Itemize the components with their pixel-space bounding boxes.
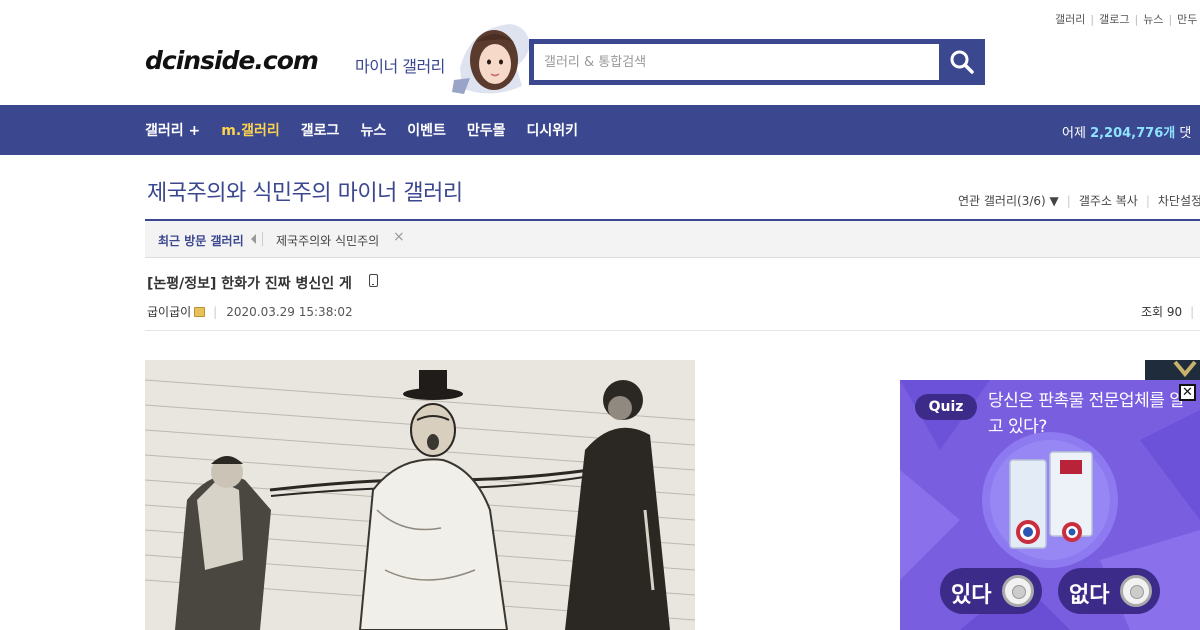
site-logo[interactable]: dcinside.com: [145, 46, 319, 75]
quiz-ad[interactable]: Quiz 당신은 판촉물 전문업체를 알고 있다? ✕ 있다 없다: [900, 380, 1200, 630]
main-nav: 갤러리 + m.갤러리 갤로그 뉴스 이벤트 만두몰 디시위키 어제 2,204…: [0, 105, 1200, 155]
close-icon[interactable]: ×: [393, 229, 405, 245]
gallery-tools: 연관 갤러리(3/6) ▼ | 갤주소 복사 | 차단설정: [958, 192, 1200, 209]
meta-divider: [145, 330, 1200, 331]
search-button[interactable]: [939, 39, 985, 85]
post-date: 2020.03.29 15:38:02: [226, 304, 353, 319]
quiz-answer-yes[interactable]: 있다: [940, 568, 1042, 614]
post-image: [145, 360, 695, 630]
nav-item-gallog[interactable]: 갤로그: [301, 120, 340, 140]
search-input[interactable]: [534, 44, 939, 80]
recent-visits-label: 최근 방문 갤러리: [158, 234, 244, 248]
post-views: 조회 90 |: [1141, 305, 1195, 319]
util-link-gallog[interactable]: 갤로그: [1099, 13, 1129, 26]
util-link-mandu[interactable]: 만두: [1177, 13, 1197, 26]
sidebar-thumbnail[interactable]: [1145, 360, 1200, 382]
quiz-answer-no[interactable]: 없다: [1058, 568, 1160, 614]
nav-item-m-gallery[interactable]: m.갤러리: [221, 120, 280, 140]
post-meta: 굽이굽이 | 2020.03.29 15:38:02: [147, 303, 353, 320]
util-link-news[interactable]: 뉴스: [1143, 13, 1163, 26]
triangle-left-icon[interactable]: [251, 234, 256, 244]
caret-down-icon: ▼: [1049, 194, 1059, 208]
visit-counter: 어제 2,204,776개 댓: [1062, 126, 1192, 141]
minor-gallery-label[interactable]: 마이너 갤러리: [355, 53, 445, 77]
search-icon: [950, 50, 974, 74]
recent-item[interactable]: 제국주의와 식민주의: [276, 232, 379, 249]
post-title: [논평/정보] 한화가 진짜 병신인 게: [147, 276, 352, 292]
gallery-title[interactable]: 제국주의와 식민주의 마이너 갤러리: [147, 175, 463, 207]
close-icon[interactable]: ✕: [1179, 384, 1196, 401]
nav-item-mandumall[interactable]: 만두몰: [467, 120, 506, 140]
nav-item-gallery[interactable]: 갤러리 +: [145, 120, 200, 140]
quiz-badge: Quiz: [915, 394, 977, 420]
recent-visits-bar: 최근 방문 갤러리 제국주의와 식민주의 ×: [145, 221, 1200, 258]
nav-item-event[interactable]: 이벤트: [407, 120, 446, 140]
search-box: [529, 39, 985, 85]
utility-links: 갤러리 | 갤로그 | 뉴스 | 만두: [1055, 13, 1198, 26]
radio-knob-icon: [1002, 575, 1034, 607]
nav-item-news[interactable]: 뉴스: [360, 120, 386, 140]
quiz-question: 당신은 판촉물 전문업체를 알고 있다?: [988, 391, 1185, 437]
mobile-icon: [369, 274, 378, 287]
post-author[interactable]: 굽이굽이: [147, 303, 191, 320]
block-settings-button[interactable]: 차단설정: [1158, 194, 1200, 208]
related-gallery-dropdown[interactable]: 연관 갤러리(3/6) ▼: [958, 194, 1059, 208]
gallog-lock-icon: [194, 306, 206, 317]
radio-knob-icon: [1120, 575, 1152, 607]
util-link-gallery[interactable]: 갤러리: [1055, 13, 1085, 26]
copy-address-button[interactable]: 갤주소 복사: [1079, 194, 1138, 208]
nav-item-dcwiki[interactable]: 디시위키: [526, 120, 578, 140]
mascot-avatar: [450, 20, 532, 98]
